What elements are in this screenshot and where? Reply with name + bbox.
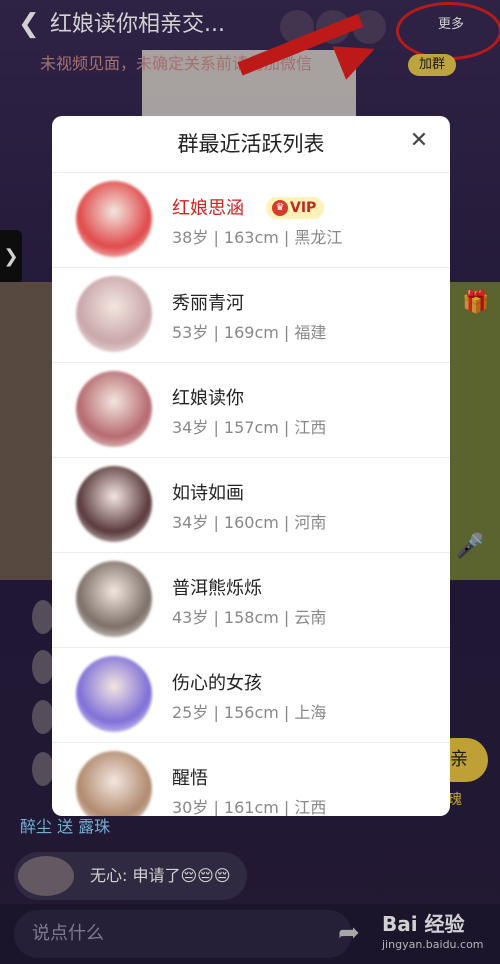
avatar[interactable] [76, 751, 152, 816]
list-item[interactable]: 红娘思涵 ♛ VIP 38岁 | 163cm | 黑龙江 [52, 173, 450, 268]
member-name: 伤心的女孩 [172, 673, 262, 694]
member-info: 34岁 | 160cm | 河南 [172, 513, 327, 532]
member-name: 红娘思涵 [172, 198, 244, 219]
member-info: 43岁 | 158cm | 云南 [172, 608, 327, 627]
modal-header: 群最近活跃列表 ✕ [52, 116, 450, 173]
list-item[interactable]: 醒悟 30岁 | 161cm | 江西 [52, 743, 450, 816]
member-name: 醒悟 [172, 768, 208, 789]
close-icon[interactable]: ✕ [406, 128, 432, 154]
member-info: 25岁 | 156cm | 上海 [172, 703, 327, 722]
avatar[interactable] [76, 371, 152, 447]
list-item[interactable]: 秀丽青河 53岁 | 169cm | 福建 [52, 268, 450, 363]
member-list[interactable]: 红娘思涵 ♛ VIP 38岁 | 163cm | 黑龙江 秀丽青河 53岁 | 169cm… [52, 173, 450, 816]
member-name: 秀丽青河 [172, 293, 244, 314]
vip-badge: ♛ VIP [266, 197, 325, 219]
vip-label: VIP [290, 200, 317, 216]
member-name: 如诗如画 [172, 483, 244, 504]
avatar[interactable] [76, 276, 152, 352]
list-item[interactable]: 如诗如画 34岁 | 160cm | 河南 [52, 458, 450, 553]
active-members-modal: 群最近活跃列表 ✕ 红娘思涵 ♛ VIP 38岁 | 163cm | 黑龙江 秀丽青河 5… [52, 116, 450, 816]
list-item[interactable]: 红娘读你 34岁 | 157cm | 江西 [52, 363, 450, 458]
member-info: 38岁 | 163cm | 黑龙江 [172, 228, 343, 247]
member-info: 34岁 | 157cm | 江西 [172, 418, 327, 437]
avatar[interactable] [76, 181, 152, 257]
member-info: 30岁 | 161cm | 江西 [172, 798, 327, 816]
member-name: 普洱熊烁烁 [172, 578, 262, 599]
crown-icon: ♛ [272, 200, 288, 216]
list-item[interactable]: 普洱熊烁烁 43岁 | 158cm | 云南 [52, 553, 450, 648]
avatar[interactable] [76, 656, 152, 732]
avatar[interactable] [76, 561, 152, 637]
list-item[interactable]: 伤心的女孩 25岁 | 156cm | 上海 [52, 648, 450, 743]
member-name: 红娘读你 [172, 388, 244, 409]
avatar[interactable] [76, 466, 152, 542]
member-info: 53岁 | 169cm | 福建 [172, 323, 327, 342]
modal-title: 群最近活跃列表 [177, 132, 325, 156]
